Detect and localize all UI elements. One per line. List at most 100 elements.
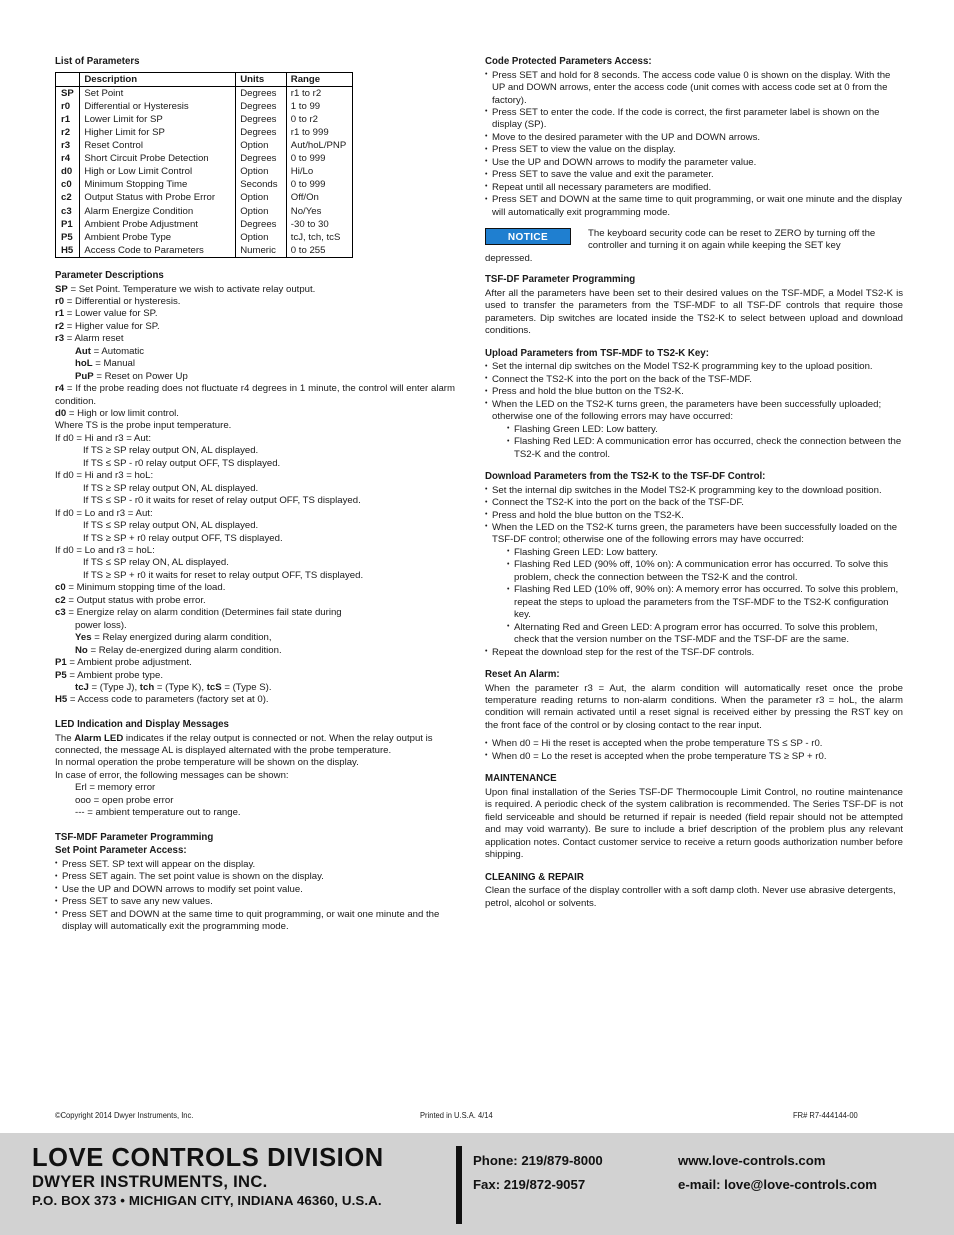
param-units: Degrees — [235, 86, 287, 100]
list-item: When the LED on the TS2-K turns green, t… — [485, 521, 903, 547]
param-units: Degrees — [235, 217, 287, 231]
param-description: Access Code to Parameters — [79, 243, 237, 258]
table-row: r1 Lower Limit for SP Degrees 0 to r2 — [55, 112, 353, 126]
param-range: 0 to r2 — [285, 112, 353, 126]
notice-text-tail: depressed. — [485, 252, 533, 264]
list-item: Press SET to save the value and exit the… — [485, 169, 903, 182]
list-item: When the LED on the TS2-K turns green, t… — [485, 398, 903, 424]
copyright-text: ©Copyright 2014 Dwyer Instruments, Inc. — [55, 1110, 194, 1120]
list-item: When d0 = Hi the reset is accepted when … — [485, 738, 903, 751]
desc-r3-hol: hoL = Manual — [75, 358, 135, 370]
param-units: Option — [235, 139, 287, 153]
desc-r1: r1 = Lower value for SP. — [55, 308, 158, 320]
param-code: r2 — [55, 125, 81, 140]
mdf-bullet-list: Press SET. SP text will appear on the di… — [55, 858, 455, 934]
download-bullet-list: Set the internal dip switches in the Mod… — [485, 484, 903, 547]
table-row: P5 Ambient Probe Type Option tcJ, tch, tcS — [55, 230, 353, 244]
param-description: Differential or Hysteresis — [79, 99, 237, 113]
branding-band: LOVE CONTROLS DIVISION DWYER INSTRUMENTS… — [0, 1133, 954, 1235]
param-description: Minimum Stopping Time — [79, 178, 237, 192]
param-range: 1 to 99 — [285, 99, 353, 113]
list-item: Press SET. SP text will appear on the di… — [55, 858, 455, 871]
postal-address: P.O. BOX 373 • MICHIGAN CITY, INDIANA 46… — [32, 1193, 382, 1208]
table-row: c0 Minimum Stopping Time Seconds 0 to 999 — [55, 178, 353, 192]
table-row: P1 Ambient Probe Adjustment Degrees -30 to … — [55, 217, 353, 231]
table-header-row: Description Units Range — [55, 72, 353, 87]
desc-r4: r4 = If the probe reading does not fluct… — [55, 383, 455, 407]
param-code: SP — [55, 86, 81, 100]
table-row: r4 Short Circuit Probe Detection Degrees 0 … — [55, 152, 353, 166]
list-item: Press SET and hold for 8 seconds. The ac… — [485, 69, 903, 107]
fax-number: Fax: 219/872-9057 — [473, 1177, 586, 1192]
download-final-bullet: Repeat the download step for the rest of… — [485, 646, 903, 659]
upload-bullet-list: Set the internal dip switches on the Mod… — [485, 361, 903, 423]
led-paragraph-2: In normal operation the probe temperatur… — [55, 757, 359, 769]
company-address-block: LOVE CONTROLS DIVISION DWYER INSTRUMENTS… — [32, 1144, 452, 1210]
download-title: Download Parameters from the TS2-K to th… — [485, 471, 766, 483]
table-header-code — [55, 72, 81, 87]
list-item: Flashing Green LED: Low battery. — [507, 546, 903, 559]
reset-alarm-bullet-list: When d0 = Hi the reset is accepted when … — [485, 738, 903, 763]
led-section-title: LED Indication and Display Messages — [55, 718, 229, 730]
list-item: Press SET to view the value on the displ… — [485, 144, 903, 157]
upload-sub-bullet-list: Flashing Green LED: Low battery.Flashing… — [507, 423, 903, 461]
list-item: Set the internal dip switches in the Mod… — [485, 484, 903, 497]
desc-c3-cont: power loss). — [75, 619, 127, 631]
param-units: Degrees — [235, 125, 287, 140]
param-description: High or Low Limit Control — [79, 165, 237, 179]
param-range: Aut/hoL/PNP — [285, 139, 353, 153]
param-description: Output Status with Probe Error — [79, 191, 237, 205]
vertical-divider — [456, 1146, 462, 1224]
param-range: r1 to 999 — [285, 125, 353, 140]
list-item: Set the internal dip switches on the Mod… — [485, 361, 903, 374]
cond-hi-hol: If d0 = Hi and r3 = hoL: — [55, 470, 154, 482]
table-row: r3 Reset Control Option Aut/hoL/PNP — [55, 139, 353, 153]
left-column: List of Parameters Description Units Ran… — [55, 56, 455, 934]
cond-lo-hol-1: If TS ≤ SP relay ON, AL displayed. — [83, 557, 229, 569]
param-description: Ambient Probe Type — [79, 230, 237, 244]
cleaning-repair-title: CLEANING & REPAIR — [485, 871, 584, 883]
tsf-df-title: TSF-DF Parameter Programming — [485, 274, 636, 286]
desc-d0: d0 = High or low limit control. — [55, 408, 179, 420]
email-link[interactable]: e-mail: love@love-controls.com — [678, 1177, 877, 1192]
list-item: Press SET and DOWN at the same time to q… — [55, 908, 455, 934]
table-body: SP Set Point Degrees r1 to r2 r0 Differential… — [55, 86, 353, 258]
list-item: Alternating Red and Green LED: A program… — [507, 621, 903, 647]
list-item: Use the UP and DOWN arrows to modify the… — [485, 156, 903, 169]
desc-p5-types: tcJ = (Type J), tch = (Type K), tcS = (T… — [75, 682, 272, 693]
param-units: Degrees — [235, 112, 287, 126]
maintenance-title: MAINTENANCE — [485, 773, 557, 785]
param-description: Ambient Probe Adjustment — [79, 217, 237, 231]
param-range: No/Yes — [285, 204, 353, 218]
param-description: Reset Control — [79, 139, 237, 153]
form-number-text: FR# R7-444144-00 — [793, 1110, 858, 1120]
desc-p5: P5 = Ambient probe type. — [55, 669, 164, 681]
notice-text: The keyboard security code can be reset … — [588, 228, 876, 252]
param-range: 0 to 999 — [285, 152, 353, 166]
code-access-title: Code Protected Parameters Access: — [485, 56, 652, 67]
company-name: DWYER INSTRUMENTS, INC. — [32, 1172, 268, 1191]
desc-c3-yes: Yes = Relay energized during alarm condi… — [75, 632, 272, 644]
list-item: Repeat the download step for the rest of… — [485, 646, 903, 659]
reset-alarm-title: Reset An Alarm: — [485, 668, 560, 680]
param-code: H5 — [55, 243, 81, 258]
cond-hi-aut-2: If TS ≤ SP - r0 relay output OFF, TS dis… — [83, 457, 281, 469]
list-item: Flashing Red LED (10% off, 90% on): A me… — [507, 584, 903, 621]
param-code: P1 — [55, 217, 81, 231]
table-row: SP Set Point Degrees r1 to r2 — [55, 86, 353, 100]
param-description: Alarm Energize Condition — [79, 204, 237, 218]
list-item: Flashing Red LED (90% off, 10% on): A co… — [507, 559, 903, 584]
param-units: Numeric — [235, 243, 287, 258]
table-header-units: Units — [235, 72, 287, 87]
param-range: Off/On — [285, 191, 353, 205]
list-item: Use the UP and DOWN arrows to modify set… — [55, 883, 455, 896]
list-item: Move to the desired parameter with the U… — [485, 131, 903, 144]
website-link[interactable]: www.love-controls.com — [678, 1153, 826, 1168]
param-code: c3 — [55, 204, 81, 218]
desc-c0: c0 = Minimum stopping time of the load. — [55, 582, 226, 594]
list-item: Press and hold the blue button on the TS… — [485, 509, 903, 522]
list-item: Press SET again. The set point value is … — [55, 871, 455, 884]
param-units: Degrees — [235, 99, 287, 113]
cond-hi-hol-2: If TS ≤ SP - r0 it waits for reset of re… — [83, 495, 361, 507]
param-code: r3 — [55, 139, 81, 153]
